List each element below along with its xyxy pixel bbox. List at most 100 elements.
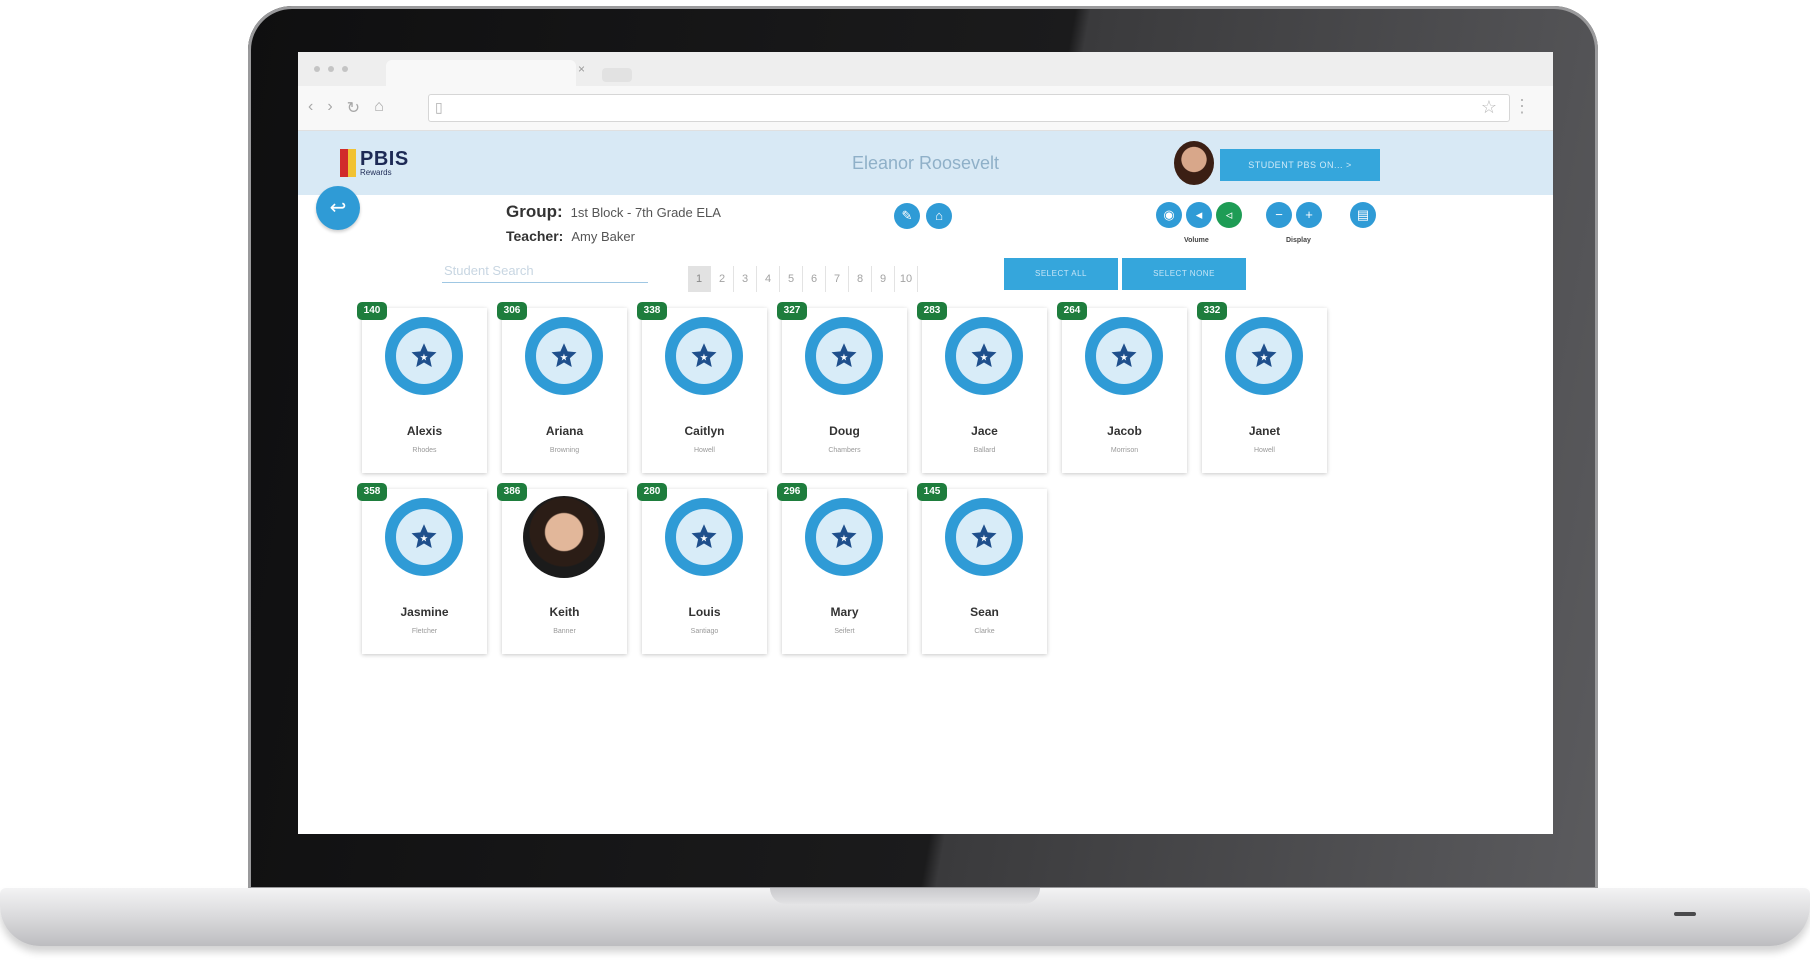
tab-close-icon[interactable]: × xyxy=(578,62,585,76)
minus-icon: − xyxy=(1275,207,1283,222)
student-first-name: Jasmine xyxy=(400,605,449,619)
student-last-name: Howell xyxy=(693,447,715,454)
page-6[interactable]: 6 xyxy=(803,266,826,292)
volume-up-button[interactable]: ◃ xyxy=(1216,202,1242,228)
home-icon[interactable]: ⌂ xyxy=(374,98,384,118)
select-all-button[interactable]: SELECT ALL xyxy=(1004,258,1118,290)
delete-button[interactable]: ▤ xyxy=(1350,202,1376,228)
star-avatar-icon: ★ xyxy=(1225,317,1303,395)
teacher-value: Amy Baker xyxy=(571,229,635,244)
volume-down-button[interactable]: ◂ xyxy=(1186,202,1212,228)
points-badge: 358 xyxy=(357,483,387,501)
student-card[interactable]: 358 ★ Jasmine Fletcher xyxy=(357,483,487,654)
svg-text:★: ★ xyxy=(699,353,708,362)
svg-text:★: ★ xyxy=(559,353,568,362)
student-card[interactable]: 283 ★ Jace Ballard xyxy=(917,302,1047,473)
student-first-name: Jacob xyxy=(1107,424,1142,438)
student-first-name: Ariana xyxy=(545,424,584,438)
points-badge: 280 xyxy=(637,483,667,501)
select-none-button[interactable]: SELECT NONE xyxy=(1122,258,1246,290)
student-first-name: Sean xyxy=(970,605,999,619)
star-avatar-icon: ★ xyxy=(1085,317,1163,395)
student-card[interactable]: 338 ★ Caitlyn Howell xyxy=(637,302,767,473)
browser-tab[interactable] xyxy=(386,60,576,86)
points-badge: 306 xyxy=(497,302,527,320)
page-8[interactable]: 8 xyxy=(849,266,872,292)
laptop-hinge-notch xyxy=(770,888,1040,904)
student-last-name: Clarke xyxy=(974,628,995,635)
svg-text:★: ★ xyxy=(699,534,708,543)
student-last-name: Browning xyxy=(549,447,580,454)
star-avatar-icon: ★ xyxy=(805,498,883,576)
page-4[interactable]: 4 xyxy=(757,266,780,292)
page-1[interactable]: 1 xyxy=(688,266,711,292)
new-tab-button[interactable] xyxy=(602,68,632,82)
reload-icon[interactable]: ↻ xyxy=(347,98,360,118)
points-badge: 296 xyxy=(777,483,807,501)
header-action-button[interactable]: STUDENT PBS ON... > xyxy=(1220,149,1380,181)
laptop-screen: × ‹ › ↻ ⌂ ▯ ☆ ⋮ PBIS Rewards Eleanor Roo… xyxy=(298,52,1553,834)
user-avatar[interactable] xyxy=(1174,141,1214,185)
address-bar[interactable]: ▯ ☆ xyxy=(428,94,1510,122)
student-card[interactable]: 140 ★ Alexis Rhodes xyxy=(357,302,487,473)
student-card[interactable]: 306 ★ Ariana Browning xyxy=(497,302,627,473)
volume-label: Volume xyxy=(1184,237,1209,244)
student-first-name: Jace xyxy=(971,424,998,438)
points-badge: 386 xyxy=(497,483,527,501)
school-home-button[interactable]: ⌂ xyxy=(926,203,952,229)
points-badge: 327 xyxy=(777,302,807,320)
student-last-name: Fletcher xyxy=(411,628,438,635)
svg-text:★: ★ xyxy=(839,534,848,543)
star-avatar-icon: ★ xyxy=(385,498,463,576)
page-7[interactable]: 7 xyxy=(826,266,849,292)
student-first-name: Alexis xyxy=(406,424,443,438)
group-label: Group: xyxy=(506,202,563,221)
student-last-name: Seifert xyxy=(834,628,855,635)
back-button[interactable]: ↩ xyxy=(316,186,360,230)
display-zoom-out-button[interactable]: − xyxy=(1266,202,1292,228)
student-last-name: Banner xyxy=(553,628,576,635)
back-arrow-icon[interactable]: ‹ xyxy=(308,98,313,118)
forward-arrow-icon[interactable]: › xyxy=(327,98,332,118)
student-last-name: Howell xyxy=(1253,447,1275,454)
star-avatar-icon: ★ xyxy=(945,498,1023,576)
student-card[interactable]: 145 ★ Sean Clarke xyxy=(917,483,1047,654)
page-3[interactable]: 3 xyxy=(734,266,757,292)
student-first-name: Caitlyn xyxy=(684,424,725,438)
student-first-name: Louis xyxy=(688,605,721,619)
pagination: 1 2 3 4 5 6 7 8 9 10 xyxy=(688,266,918,292)
svg-text:★: ★ xyxy=(839,353,848,362)
student-card[interactable]: 386 Keith Banner xyxy=(497,483,627,654)
plus-icon: + xyxy=(1305,207,1313,222)
student-search-input[interactable] xyxy=(442,256,652,284)
student-card[interactable]: 332 ★ Janet Howell xyxy=(1197,302,1327,473)
points-badge: 332 xyxy=(1197,302,1227,320)
student-card[interactable]: 280 ★ Louis Santiago xyxy=(637,483,767,654)
group-value: 1st Block - 7th Grade ELA xyxy=(570,205,721,220)
svg-text:★: ★ xyxy=(419,534,428,543)
speaker-mute-icon: ◉ xyxy=(1163,207,1175,222)
student-card[interactable]: 264 ★ Jacob Morrison xyxy=(1057,302,1187,473)
display-zoom-in-button[interactable]: + xyxy=(1296,202,1322,228)
points-badge: 140 xyxy=(357,302,387,320)
browser-tab-strip: × xyxy=(298,52,1553,86)
points-badge: 283 xyxy=(917,302,947,320)
student-first-name: Doug xyxy=(829,424,860,438)
edit-button[interactable]: ✎ xyxy=(894,203,920,229)
browser-toolbar: ‹ › ↻ ⌂ ▯ ☆ ⋮ xyxy=(298,86,1553,131)
page-5[interactable]: 5 xyxy=(780,266,803,292)
star-avatar-icon: ★ xyxy=(665,498,743,576)
student-last-name: Ballard xyxy=(973,447,996,454)
student-card[interactable]: 327 ★ Doug Chambers xyxy=(777,302,907,473)
window-controls[interactable] xyxy=(314,66,348,72)
student-card[interactable]: 296 ★ Mary Seifert xyxy=(777,483,907,654)
page-9[interactable]: 9 xyxy=(872,266,895,292)
star-avatar-icon: ★ xyxy=(805,317,883,395)
volume-mute-button[interactable]: ◉ xyxy=(1156,202,1182,228)
svg-text:★: ★ xyxy=(419,353,428,362)
page-2[interactable]: 2 xyxy=(711,266,734,292)
star-avatar-icon: ★ xyxy=(525,317,603,395)
bookmark-star-icon[interactable]: ☆ xyxy=(1481,97,1497,118)
browser-menu-icon[interactable]: ⋮ xyxy=(1513,96,1531,117)
page-10[interactable]: 10 xyxy=(895,266,918,292)
